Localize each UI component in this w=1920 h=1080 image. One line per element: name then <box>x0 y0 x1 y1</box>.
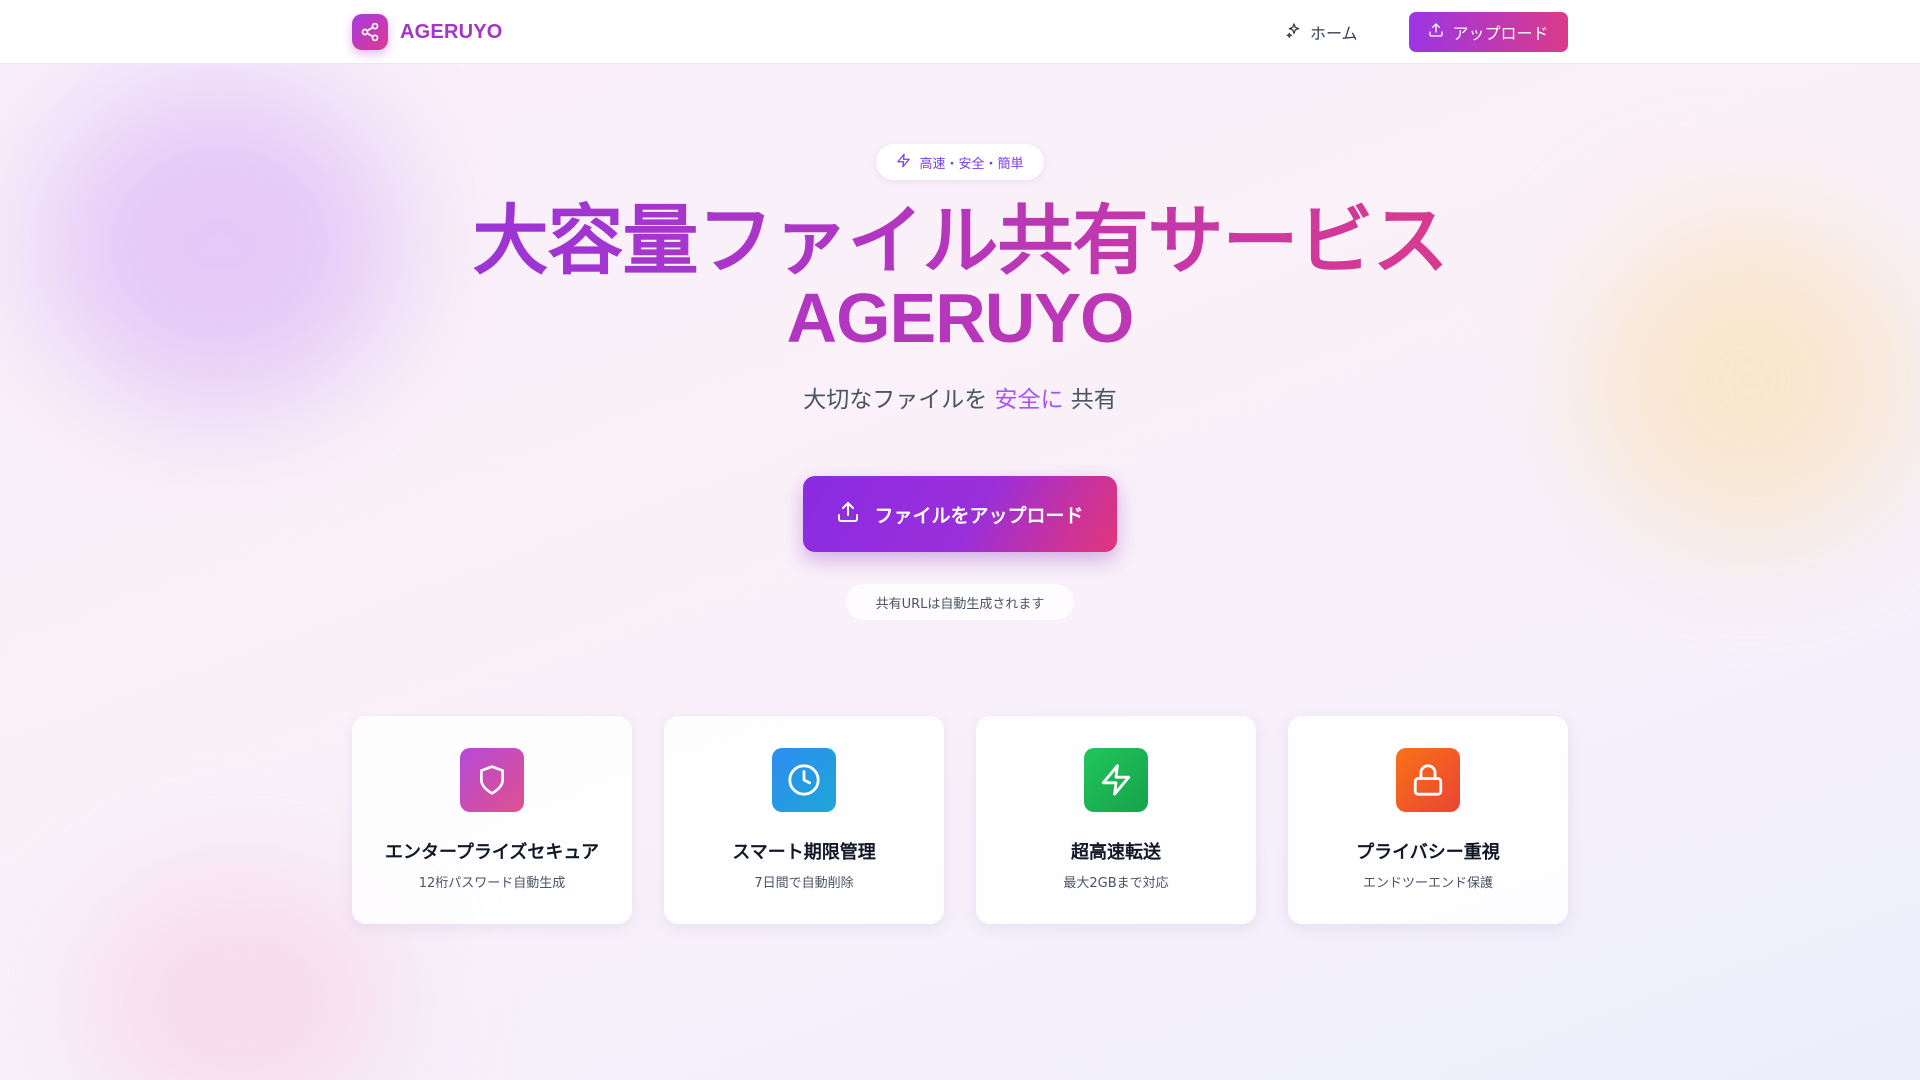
hero-title: 大容量ファイル共有サービス AGERUYO <box>0 204 1920 357</box>
top-nav-bar: AGERUYO ホーム アップロード <box>0 0 1920 64</box>
nav-home-link[interactable]: ホーム <box>1286 16 1358 48</box>
lock-icon <box>1396 748 1460 812</box>
feature-card-expiry: スマート期限管理 7日間で自動削除 <box>664 716 944 924</box>
hero-title-line1: 大容量ファイル共有サービス <box>472 199 1449 284</box>
hero-subtitle: 大切なファイルを 安全に 共有 <box>0 380 1920 414</box>
share-icon <box>352 14 388 50</box>
feature-title: 超高速転送 <box>1071 842 1161 863</box>
feature-card-privacy: プライバシー重視 エンドツーエンド保護 <box>1288 716 1568 924</box>
upload-icon <box>836 500 860 529</box>
feature-title: エンタープライズセキュア <box>384 842 600 863</box>
lightning-icon <box>896 153 911 172</box>
upload-file-label: ファイルをアップロード <box>874 504 1084 527</box>
tagline-text: 高速・安全・簡単 <box>919 156 1024 172</box>
feature-description: 12桁パスワード自動生成 <box>418 876 566 891</box>
tagline-badge: 高速・安全・簡単 <box>876 144 1044 180</box>
background-blob-pink <box>90 880 390 1080</box>
subtitle-text-end: 共有 <box>1063 387 1117 413</box>
subtitle-accent: 安全に <box>994 387 1064 413</box>
upload-icon <box>1428 22 1444 42</box>
brand-name: AGERUYO <box>400 20 503 43</box>
feature-title: スマート期限管理 <box>732 842 876 863</box>
nav-home-label: ホーム <box>1310 24 1358 43</box>
feature-card-security: エンタープライズセキュア 12桁パスワード自動生成 <box>352 716 632 924</box>
nav-upload-button[interactable]: アップロード <box>1409 12 1568 52</box>
shield-icon <box>460 748 524 812</box>
sparkles-icon <box>1286 22 1302 42</box>
auto-url-note: 共有URLは自動生成されます <box>846 584 1074 620</box>
feature-description: エンドツーエンド保護 <box>1362 876 1493 891</box>
feature-title: プライバシー重視 <box>1356 842 1500 863</box>
nav-upload-label: アップロード <box>1452 24 1549 43</box>
feature-card-speed: 超高速転送 最大2GBまで対応 <box>976 716 1256 924</box>
brand[interactable]: AGERUYO <box>352 14 503 50</box>
feature-description: 7日間で自動削除 <box>754 876 854 891</box>
feature-description: 最大2GBまで対応 <box>1063 876 1169 891</box>
hero-title-line2: AGERUYO <box>0 280 1920 356</box>
upload-file-button[interactable]: ファイルをアップロード <box>803 476 1117 552</box>
subtitle-text: 大切なファイルを <box>803 387 995 413</box>
clock-icon <box>772 748 836 812</box>
lightning-icon <box>1084 748 1148 812</box>
